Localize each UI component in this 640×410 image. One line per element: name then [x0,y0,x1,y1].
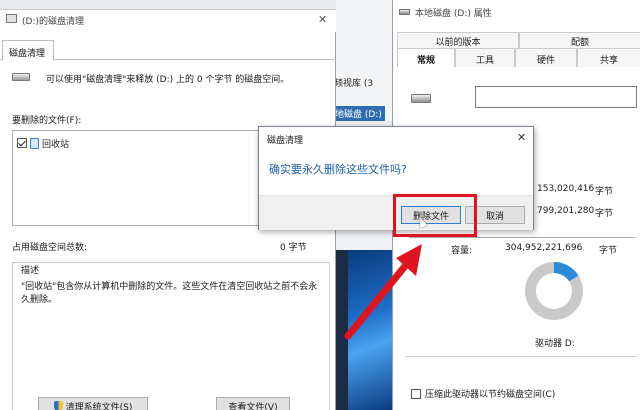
used-space-value: 153,020,416 [537,184,595,194]
view-files-button[interactable]: 查看文件(V) [216,397,290,410]
total-space-value: 0 字节 [280,243,307,253]
capacity-value: 304,952,221,696 [505,243,583,253]
cleanup-description: 可以使用"磁盘清理"来释放 (D:) 上的 0 个字节 的磁盘空间。 [46,75,290,85]
background-label-local-disk: 地磁盘 (D:) [332,106,385,121]
drive-name-input[interactable] [475,86,637,108]
close-icon[interactable]: ✕ [318,13,327,26]
list-item-label: 回收站 [42,139,70,150]
free-space-value: 799,201,280 [537,206,595,216]
highlight-box [393,194,477,237]
drive-label: 驱动器 D: [535,339,575,349]
drive-icon [12,73,30,81]
capacity-divider [409,237,635,238]
description-group-title: 描述 [19,263,42,276]
capacity-unit: 字节 [599,246,618,256]
clean-system-files-button[interactable]: 清理系统文件(S) [38,397,148,410]
divider [405,356,637,357]
disk-cleanup-window-title: (D:)的磁盘清理 [22,17,84,27]
description-text: "回收站"包含你从计算机中删除的文件。这些文件在清空回收站之前不会永久删除。 [21,282,318,305]
tab-tools[interactable]: 工具 [455,48,515,67]
disk-usage-donut [525,262,583,320]
recycle-bin-icon [30,137,39,149]
properties-window-title: 本地磁盘 (D:) 属性 [415,9,492,19]
dialog-title: 磁盘清理 [267,136,304,146]
compress-label: 压缩此驱动器以节约磁盘空间(C) [425,390,556,400]
description-group: 描述 "回收站"包含你从计算机中删除的文件。这些文件在清空回收站之前不会永久删除… [12,262,330,410]
tab-disk-cleanup[interactable]: 磁盘清理 [2,40,54,61]
recycle-bin-checkbox[interactable] [17,138,27,148]
background-label-library: 频视库 (3 [334,79,374,89]
tab-quota[interactable]: 配额 [519,32,640,48]
tab-hardware[interactable]: 硬件 [515,48,577,67]
compress-checkbox[interactable] [411,388,421,399]
properties-tabs-row1: 以前的版本 配额 [397,32,640,48]
tab-previous-versions[interactable]: 以前的版本 [397,32,519,48]
red-arrow-icon [344,244,422,340]
properties-tabs-row2: 常规 工具 硬件 共享 [397,48,640,67]
clean-system-files-label: 清理系统文件(S) [65,402,133,410]
used-space-unit: 字节 [595,187,614,197]
compress-drive-option[interactable]: 压缩此驱动器以节约磁盘空间(C) [411,387,555,400]
files-to-delete-label: 要删除的文件(F): [12,116,82,126]
dialog-message: 确实要永久删除这些文件吗? [269,163,407,176]
disk-cleanup-tabbar: 磁盘清理 [0,40,336,61]
free-space-unit: 字节 [595,209,614,219]
drive-small-icon [399,9,410,15]
total-space-label: 占用磁盘空间总数: [12,243,88,253]
tab-general[interactable]: 常规 [397,48,455,67]
close-icon[interactable]: ✕ [517,131,526,144]
top-strip [0,0,336,10]
disk-cleanup-app-icon [6,14,17,23]
capacity-label: 容量: [451,246,473,256]
list-item-recycle-bin[interactable]: 回收站 [17,137,70,150]
tab-sharing[interactable]: 共享 [577,48,640,67]
properties-titlebar: 本地磁盘 (D:) 属性 [393,0,640,26]
background-window [330,0,392,120]
disk-cleanup-titlebar: (D:)的磁盘清理 ✕ [0,10,336,32]
drive-icon [411,94,431,103]
shield-icon [53,401,63,410]
